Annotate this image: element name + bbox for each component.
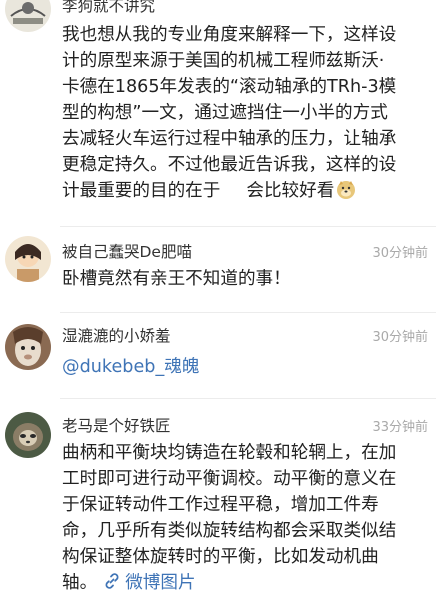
comment-1-text: 我也想从我的专业角度来解释一下，这样设 计的原型来源于美国的机械工程师兹斯沃· …	[62, 22, 434, 204]
avatar[interactable]	[5, 0, 51, 32]
mention-link[interactable]: @dukebeb_魂魄	[62, 357, 199, 377]
comment-text-line: 卡德在1865年发表的“滚动轴承的TRh-3模	[62, 77, 397, 97]
comment-user-name[interactable]: 湿漉漉的小娇羞	[62, 324, 171, 346]
divider	[60, 398, 436, 399]
comment-text-line: 我也想从我的专业角度来解释一下，这样设	[62, 25, 397, 45]
comment-text-line: 命，几乎所有类似旋转结构都会采取类似结	[62, 521, 397, 541]
comment-text-part: 计最重要的目的在于	[62, 181, 221, 201]
comment-text-line: 工时即可进行动平衡调校。动平衡的意义在	[62, 469, 397, 489]
comment-user-name[interactable]: 被自己蠢哭De肥喵	[62, 240, 192, 262]
doge-emoji-icon	[336, 180, 356, 208]
comment-text: 卧槽竟然有亲王不知道的事！	[62, 269, 291, 289]
comment-text-line: 去减轻火车运行过程中轴承的压力，让轴承	[62, 129, 397, 149]
comment-text-line: 构保证整体旋转时的平衡，比如发动机曲	[62, 547, 379, 567]
comment-text-part: 会比较好看	[246, 181, 335, 201]
comment-time: 30分钟前	[372, 246, 428, 261]
comment-text-line: 更稳定持久。不过他最近告诉我，这样的设	[62, 155, 397, 175]
comment-user-name[interactable]: 老马是个好铁匠	[62, 414, 171, 436]
avatar[interactable]	[5, 236, 51, 282]
comment-text-line: 于保证转动件工作过程平稳，增加工件寿	[62, 495, 379, 515]
comment-text: 曲柄和平衡块均铸造在轮毂和轮辋上，在加 工时即可进行动平衡调校。动平衡的意义在 …	[62, 440, 434, 592]
comment-time: 33分钟前	[372, 420, 428, 435]
comment-text-line-last: 轴。 微博图片	[62, 570, 434, 592]
avatar[interactable]	[5, 412, 51, 458]
weibo-image-link[interactable]: 微博图片	[125, 573, 195, 592]
comment-user-name[interactable]: 李狗就不讲究	[62, 0, 155, 16]
divider	[60, 226, 436, 227]
comment-text: @dukebeb_魂魄	[62, 354, 434, 380]
divider	[60, 312, 436, 313]
comment-text-line: 计的原型来源于美国的机械工程师兹斯沃·	[62, 51, 385, 71]
avatar[interactable]	[5, 324, 51, 370]
comment-text-line-last: 计最重要的目的在于 会比较好看	[62, 178, 434, 204]
comment-text-line: 曲柄和平衡块均铸造在轮毂和轮辋上，在加	[62, 443, 397, 463]
link-icon	[103, 572, 121, 592]
comment-time: 30分钟前	[372, 330, 428, 345]
comment-text-part: 轴。	[62, 573, 98, 592]
comment-text-line: 型的构想”一文，通过遮挡住一小半的方式	[62, 103, 388, 123]
